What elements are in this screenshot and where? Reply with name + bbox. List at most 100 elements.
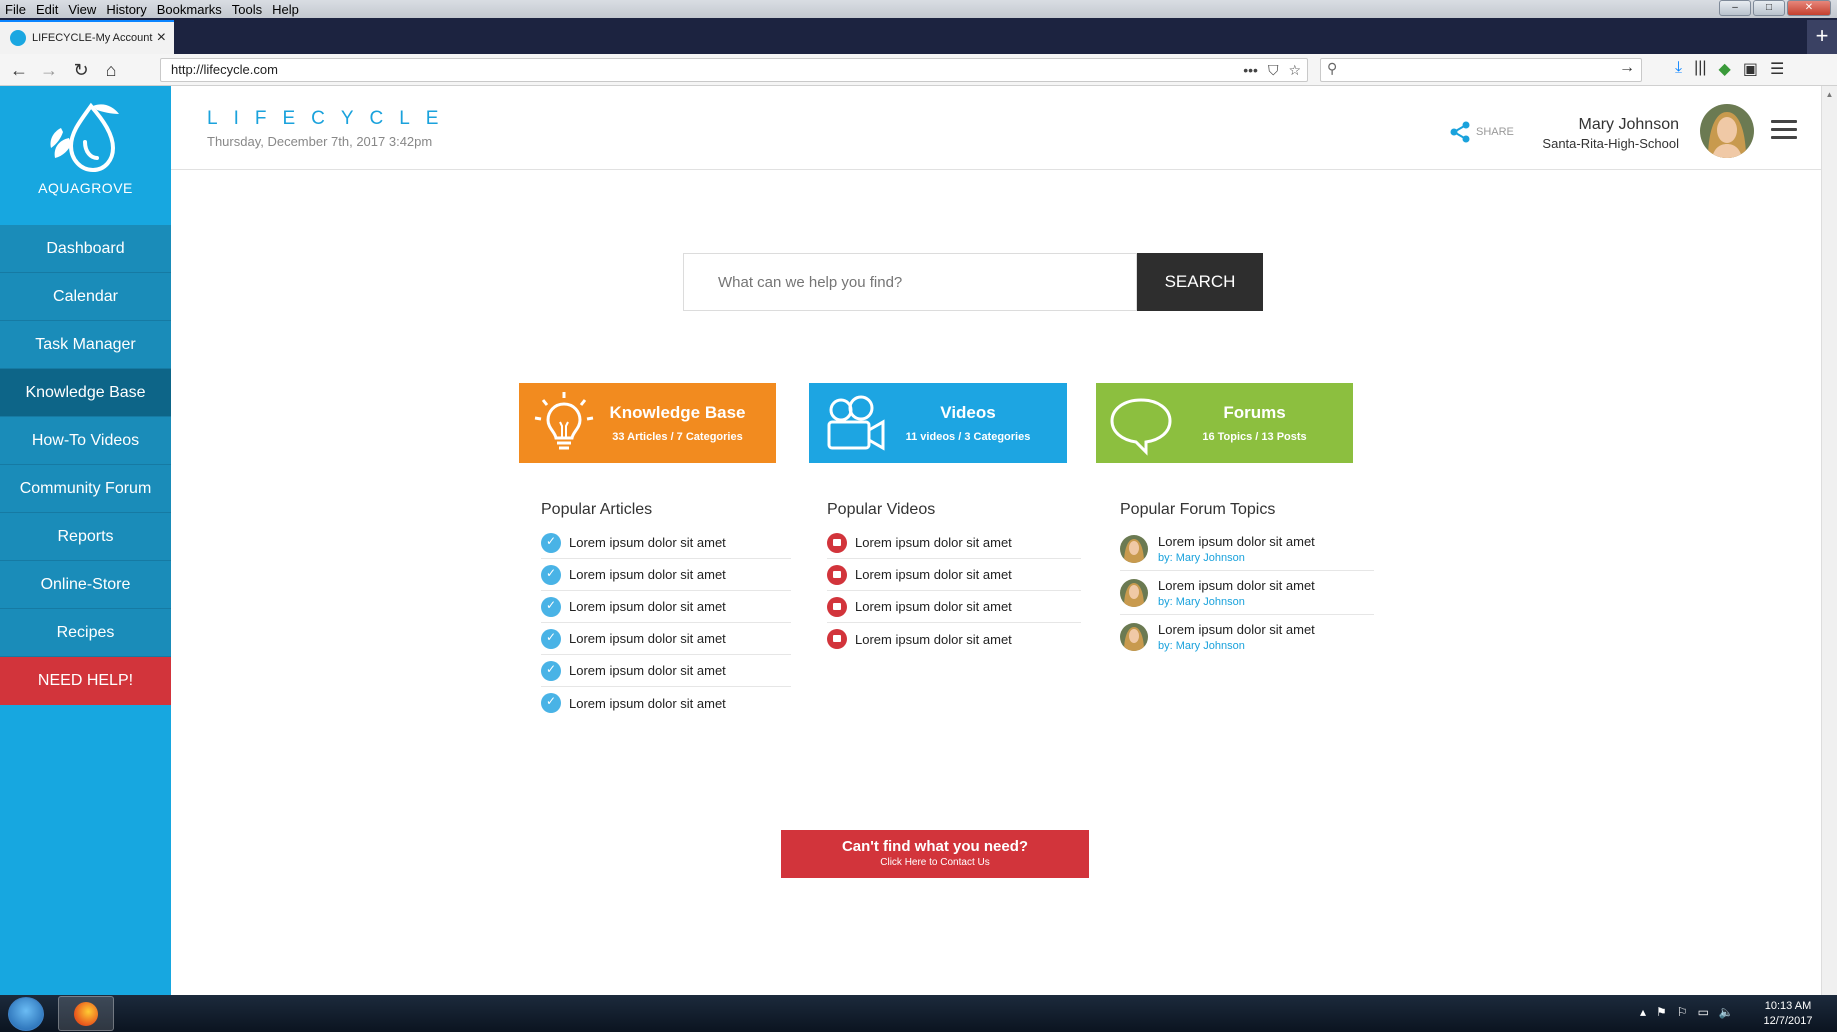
- hamburger-menu-icon[interactable]: [1771, 120, 1797, 140]
- forums-card[interactable]: Forums 16 Topics / 13 Posts: [1096, 383, 1353, 463]
- list-item[interactable]: Lorem ipsum dolor sit amet: [541, 591, 791, 623]
- knowledge-base-card[interactable]: Knowledge Base 33 Articles / 7 Categorie…: [519, 383, 776, 463]
- browser-tab-active[interactable]: LIFECYCLE-My Account ×: [0, 20, 174, 54]
- contact-us-button[interactable]: Can't find what you need? Click Here to …: [781, 830, 1089, 878]
- forum-topic-author[interactable]: by: Mary Johnson: [1158, 596, 1315, 608]
- videos-card[interactable]: Videos 11 videos / 3 Categories: [809, 383, 1067, 463]
- article-link[interactable]: Lorem ipsum dolor sit amet: [569, 696, 726, 711]
- go-arrow-icon[interactable]: →: [1619, 59, 1635, 77]
- user-name[interactable]: Mary Johnson: [1579, 116, 1680, 134]
- list-item[interactable]: Lorem ipsum dolor sit amet by: Mary John…: [1120, 615, 1374, 659]
- home-icon[interactable]: ⌂: [100, 59, 122, 81]
- search-icon: ⚲: [1327, 60, 1338, 76]
- list-item[interactable]: Lorem ipsum dolor sit amet: [541, 527, 791, 559]
- sidebar-item-dashboard[interactable]: Dashboard: [0, 225, 171, 273]
- list-item[interactable]: Lorem ipsum dolor sit amet: [541, 655, 791, 687]
- list-item[interactable]: Lorem ipsum dolor sit amet: [541, 623, 791, 655]
- video-link[interactable]: Lorem ipsum dolor sit amet: [855, 599, 1012, 614]
- list-item[interactable]: Lorem ipsum dolor sit amet: [541, 687, 791, 719]
- sidebar-item-how-to-videos[interactable]: How-To Videos: [0, 417, 171, 465]
- start-button[interactable]: [8, 997, 44, 1031]
- avatar: [1120, 623, 1148, 651]
- reload-icon[interactable]: ↻: [70, 59, 92, 81]
- action-center-icon[interactable]: ⚐: [1677, 1005, 1688, 1019]
- share-button[interactable]: SHARE: [1448, 120, 1514, 144]
- taskbar-clock[interactable]: 10:13 AM 12/7/2017: [1752, 999, 1824, 1029]
- bookmark-star-icon[interactable]: ☆: [1288, 59, 1301, 81]
- article-link[interactable]: Lorem ipsum dolor sit amet: [569, 567, 726, 582]
- sidebar-item-community-forum[interactable]: Community Forum: [0, 465, 171, 513]
- sidebar-item-knowledge-base[interactable]: Knowledge Base: [0, 369, 171, 417]
- page-actions-icon[interactable]: •••: [1243, 59, 1258, 81]
- url-actions: ••• ⛉ ☆: [1243, 59, 1301, 81]
- sidebar-item-calendar[interactable]: Calendar: [0, 273, 171, 321]
- menu-help[interactable]: Help: [267, 2, 304, 17]
- article-link[interactable]: Lorem ipsum dolor sit amet: [569, 631, 726, 646]
- sidebar-item-online-store[interactable]: Online-Store: [0, 561, 171, 609]
- display-tray-icon[interactable]: ▭: [1698, 1005, 1709, 1019]
- forum-topic-link[interactable]: Lorem ipsum dolor sit amet: [1158, 578, 1315, 593]
- maximize-button[interactable]: □: [1753, 0, 1785, 16]
- menu-bookmarks[interactable]: Bookmarks: [152, 2, 227, 17]
- list-item[interactable]: Lorem ipsum dolor sit amet: [827, 623, 1081, 655]
- sidebar-item-task-manager[interactable]: Task Manager: [0, 321, 171, 369]
- avatar[interactable]: [1700, 104, 1754, 158]
- taskbar-firefox-button[interactable]: [58, 996, 114, 1031]
- library-icon[interactable]: |||: [1694, 59, 1706, 79]
- minimize-button[interactable]: –: [1719, 0, 1751, 16]
- tab-title: LIFECYCLE-My Account: [32, 32, 153, 44]
- list-item[interactable]: Lorem ipsum dolor sit amet by: Mary John…: [1120, 527, 1374, 571]
- page-scrollbar[interactable]: ▲: [1821, 86, 1837, 995]
- new-tab-button[interactable]: +: [1807, 20, 1837, 54]
- tray-expand-icon[interactable]: ▴: [1640, 1005, 1646, 1019]
- menu-history[interactable]: History: [101, 2, 151, 17]
- sidebar-toggle-icon[interactable]: ▣: [1743, 59, 1758, 79]
- list-item[interactable]: Lorem ipsum dolor sit amet by: Mary John…: [1120, 571, 1374, 615]
- volume-icon[interactable]: 🔈: [1719, 1005, 1734, 1019]
- back-icon[interactable]: ←: [8, 59, 30, 81]
- list-item[interactable]: Lorem ipsum dolor sit amet: [827, 591, 1081, 623]
- video-link[interactable]: Lorem ipsum dolor sit amet: [855, 632, 1012, 647]
- brand-title: LIFECYCLE: [207, 108, 455, 129]
- search-input[interactable]: [683, 253, 1137, 311]
- menu-edit[interactable]: Edit: [31, 2, 63, 17]
- forum-topic-author[interactable]: by: Mary Johnson: [1158, 552, 1315, 564]
- speech-bubble-icon: [1110, 398, 1172, 456]
- list-item[interactable]: Lorem ipsum dolor sit amet: [827, 559, 1081, 591]
- video-link[interactable]: Lorem ipsum dolor sit amet: [855, 535, 1012, 550]
- forum-topic-author[interactable]: by: Mary Johnson: [1158, 640, 1315, 652]
- network-tray-icon[interactable]: ⚑: [1656, 1005, 1667, 1019]
- popular-forum-topics: Popular Forum Topics Lorem ipsum dolor s…: [1120, 501, 1374, 659]
- download-icon[interactable]: ⤓: [1675, 59, 1682, 79]
- menu-file[interactable]: File: [0, 2, 31, 17]
- list-item[interactable]: Lorem ipsum dolor sit amet: [541, 559, 791, 591]
- video-icon: [827, 629, 847, 649]
- list-item[interactable]: Lorem ipsum dolor sit amet: [827, 527, 1081, 559]
- menu-icon[interactable]: ☰: [1770, 59, 1784, 79]
- contact-us-subtitle: Click Here to Contact Us: [880, 857, 990, 868]
- favicon-icon: [10, 30, 26, 46]
- menu-bar: File Edit View History Bookmarks Tools H…: [0, 0, 1837, 18]
- url-bar[interactable]: http://lifecycle.com ••• ⛉ ☆: [160, 58, 1308, 82]
- scroll-up-icon[interactable]: ▲: [1822, 90, 1837, 99]
- extension-icon[interactable]: ◆: [1719, 59, 1731, 79]
- sidebar-item-need-help[interactable]: NEED HELP!: [0, 657, 171, 705]
- article-link[interactable]: Lorem ipsum dolor sit amet: [569, 599, 726, 614]
- menu-view[interactable]: View: [63, 2, 101, 17]
- browser-search-bar[interactable]: ⚲ →: [1320, 58, 1642, 82]
- menu-tools[interactable]: Tools: [227, 2, 267, 17]
- close-tab-icon[interactable]: ×: [157, 29, 166, 47]
- sidebar-item-reports[interactable]: Reports: [0, 513, 171, 561]
- pocket-icon[interactable]: ⛉: [1268, 59, 1279, 81]
- sidebar-item-recipes[interactable]: Recipes: [0, 609, 171, 657]
- close-window-button[interactable]: ✕: [1787, 0, 1831, 16]
- firefox-icon: [74, 1002, 98, 1026]
- forward-icon[interactable]: →: [38, 59, 60, 81]
- article-link[interactable]: Lorem ipsum dolor sit amet: [569, 535, 726, 550]
- logo[interactable]: AQUAGROVE: [0, 86, 171, 225]
- forum-topic-link[interactable]: Lorem ipsum dolor sit amet: [1158, 622, 1315, 637]
- article-link[interactable]: Lorem ipsum dolor sit amet: [569, 663, 726, 678]
- video-link[interactable]: Lorem ipsum dolor sit amet: [855, 567, 1012, 582]
- search-button[interactable]: SEARCH: [1137, 253, 1263, 311]
- forum-topic-link[interactable]: Lorem ipsum dolor sit amet: [1158, 534, 1315, 549]
